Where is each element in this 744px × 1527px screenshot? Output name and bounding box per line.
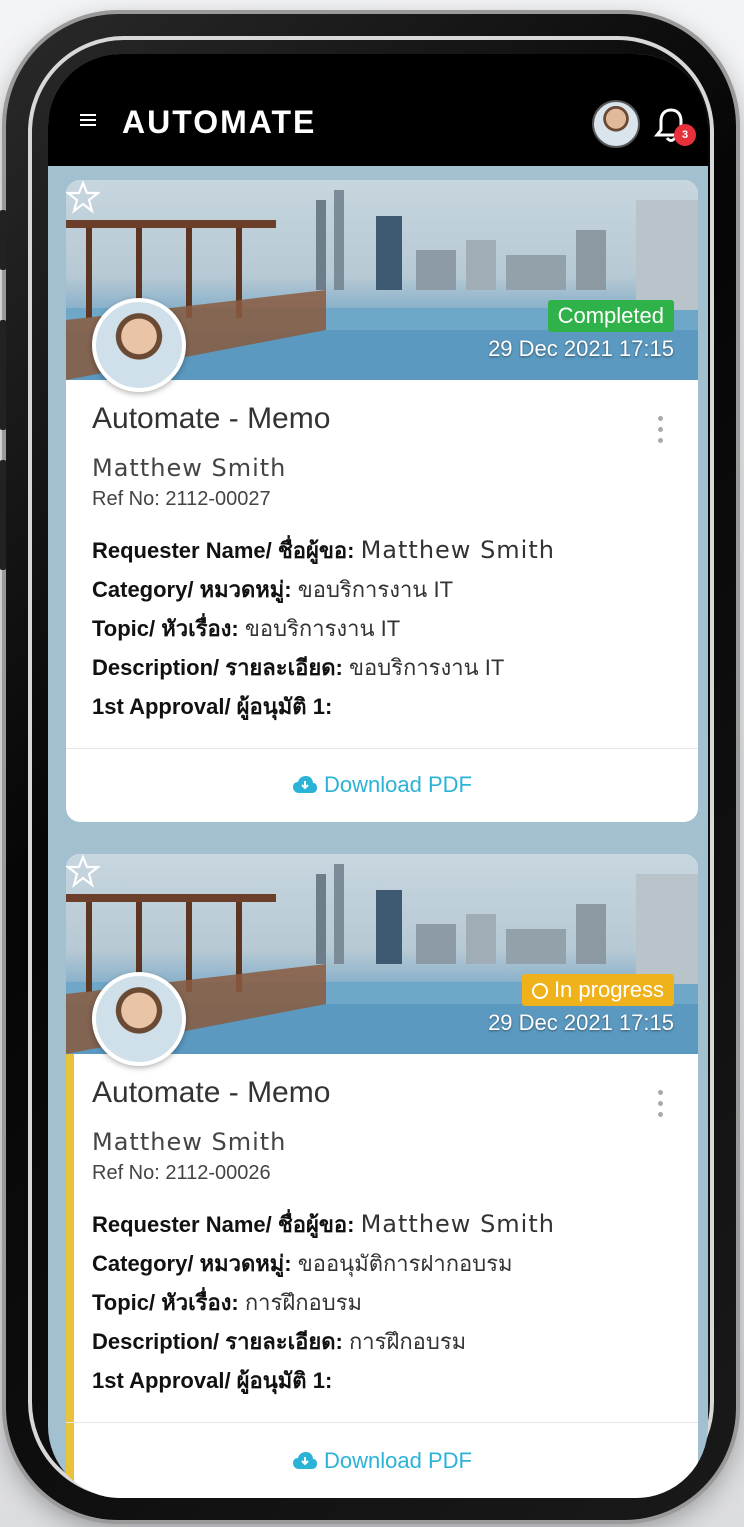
field-label: Category/ หมวดหมู่: <box>92 577 292 602</box>
field-label: Category/ หมวดหมู่: <box>92 1251 292 1276</box>
field-label: Description/ รายละเอียด: <box>92 1329 343 1354</box>
field-label: 1st Approval/ ผู้อนุมัติ 1: <box>92 694 333 719</box>
field-row: 1st Approval/ ผู้อนุมัติ 1: <box>92 1363 672 1402</box>
clock-icon <box>531 983 548 999</box>
field-row: 1st Approval/ ผู้อนุมัติ 1: <box>92 689 672 728</box>
kebab-menu-icon[interactable] <box>658 1090 664 1122</box>
request-date: 29 Dec 2021 17:15 <box>488 336 674 361</box>
request-card[interactable]: In progress 29 Dec 2021 17:15 Automate -… <box>66 854 698 1498</box>
notification-badge: 3 <box>674 124 696 146</box>
form-title: Automate - Memo <box>92 402 331 435</box>
field-value: การฝึกอบรม <box>244 1290 363 1315</box>
app-screen: AUTOMATE 3 Completed 29 Dec 2021 17:15 A… <box>48 54 708 1498</box>
field-value: ขอบริการงาน IT <box>297 577 454 602</box>
requester-name: Matthew Smith <box>92 454 287 482</box>
menu-icon[interactable] <box>80 114 96 126</box>
phone-side-button <box>0 320 6 430</box>
request-date: 29 Dec 2021 17:15 <box>488 1010 674 1035</box>
request-card[interactable]: Completed 29 Dec 2021 17:15 Automate - M… <box>66 180 698 822</box>
field-value: การฝึกอบรม <box>348 1329 467 1354</box>
status-badge: Completed <box>547 300 674 332</box>
download-pdf-button[interactable]: Download PDF <box>66 1448 698 1474</box>
user-avatar[interactable] <box>592 100 640 148</box>
download-label: Download PDF <box>324 1448 472 1473</box>
field-row: Category/ หมวดหมู่: ขออนุมัติการฝากอบรม <box>92 1246 672 1285</box>
app-title: AUTOMATE <box>122 104 317 140</box>
field-row: Requester Name/ ชื่อผู้ขอ: Matthew Smith <box>92 533 672 572</box>
form-title: Automate - Memo <box>92 1076 331 1109</box>
field-row: Topic/ หัวเรื่อง: ขอบริการงาน IT <box>92 611 672 650</box>
field-label: Requester Name/ ชื่อผู้ขอ: <box>92 538 355 563</box>
phone-side-button <box>0 210 6 270</box>
field-label: Topic/ หัวเรื่อง: <box>92 616 239 641</box>
card-body: Automate - Memo Matthew Smith Ref No: 21… <box>92 1076 672 1402</box>
card-divider <box>66 748 698 749</box>
field-value: ขออนุมัติการฝากอบรม <box>297 1251 513 1276</box>
reference-number: Ref No: 2112-00026 <box>92 1162 271 1184</box>
field-list: Requester Name/ ชื่อผู้ขอ: Matthew Smith… <box>92 533 672 728</box>
phone-side-button <box>0 460 6 570</box>
field-value: ขอบริการงาน IT <box>348 655 505 680</box>
field-row: Description/ รายละเอียด: ขอบริการงาน IT <box>92 650 672 689</box>
card-divider <box>66 1422 698 1423</box>
card-body: Automate - Memo Matthew Smith Ref No: 21… <box>92 402 672 728</box>
kebab-menu-icon[interactable] <box>658 416 664 448</box>
field-label: Description/ รายละเอียด: <box>92 655 343 680</box>
field-list: Requester Name/ ชื่อผู้ขอ: Matthew Smith… <box>92 1207 672 1402</box>
status-label: In progress <box>553 977 664 1002</box>
field-value: Matthew Smith <box>360 1210 555 1238</box>
field-value: ขอบริการงาน IT <box>244 616 401 641</box>
star-icon[interactable] <box>66 854 100 888</box>
field-row: Category/ หมวดหมู่: ขอบริการงาน IT <box>92 572 672 611</box>
field-label: Requester Name/ ชื่อผู้ขอ: <box>92 1212 355 1237</box>
field-label: Topic/ หัวเรื่อง: <box>92 1290 239 1315</box>
reference-number: Ref No: 2112-00027 <box>92 488 271 510</box>
field-row: Topic/ หัวเรื่อง: การฝึกอบรม <box>92 1285 672 1324</box>
cloud-download-icon <box>293 1452 318 1469</box>
star-icon[interactable] <box>66 180 100 214</box>
download-label: Download PDF <box>324 772 472 797</box>
field-row: Description/ รายละเอียด: การฝึกอบรม <box>92 1324 672 1363</box>
field-value: Matthew Smith <box>360 536 555 564</box>
cloud-download-icon <box>293 776 318 793</box>
status-accent-strip <box>66 1054 74 1498</box>
download-pdf-button[interactable]: Download PDF <box>66 772 698 798</box>
top-app-bar: AUTOMATE 3 <box>48 54 708 166</box>
field-label: 1st Approval/ ผู้อนุมัติ 1: <box>92 1368 333 1393</box>
status-badge: In progress <box>521 974 674 1006</box>
requester-avatar <box>92 972 186 1066</box>
requester-name: Matthew Smith <box>92 1128 287 1156</box>
requester-avatar <box>92 298 186 392</box>
field-row: Requester Name/ ชื่อผู้ขอ: Matthew Smith <box>92 1207 672 1246</box>
